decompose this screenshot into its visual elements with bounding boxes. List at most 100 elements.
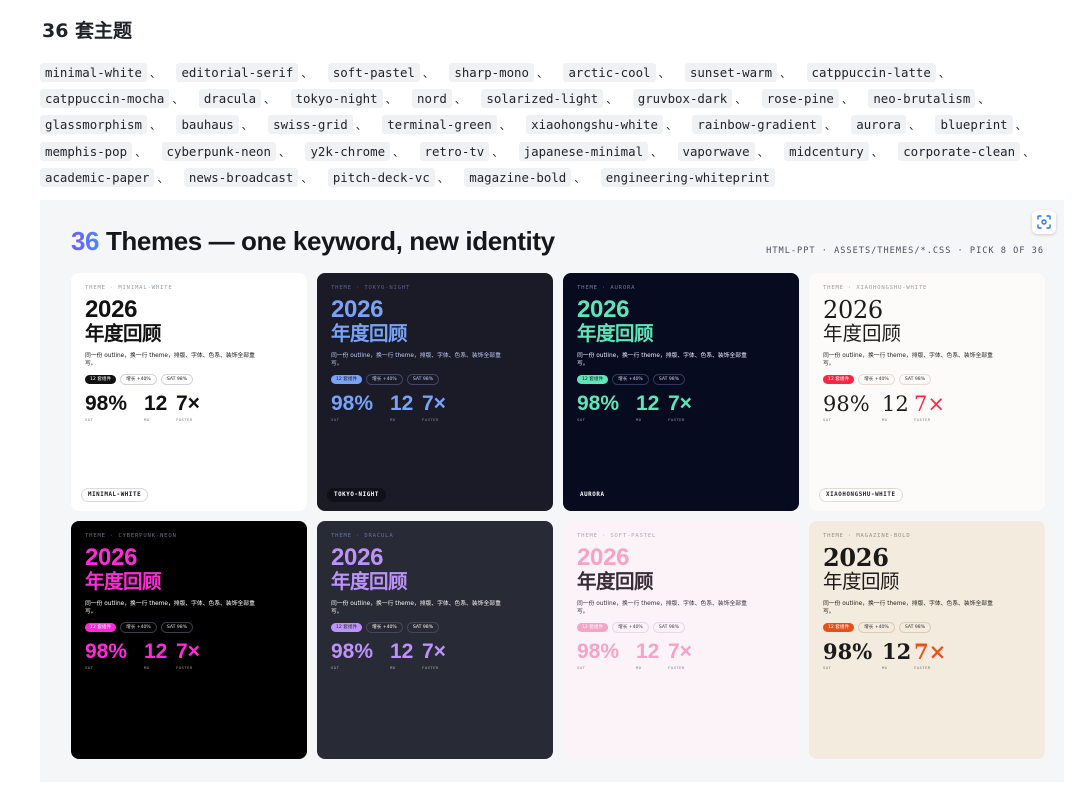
- slide-title-number: 36: [71, 226, 100, 256]
- theme-tag: academic-paper: [40, 167, 155, 187]
- pill-growth: 增长 +40%: [858, 374, 895, 386]
- tag-separator: 、: [301, 171, 313, 185]
- pill-growth: 增长 +40%: [366, 622, 403, 634]
- tag-separator: 、: [938, 67, 950, 80]
- card-stats: 98% SAT 12 MO 7× FASTER: [823, 639, 1031, 671]
- theme-tag: news-broadcast: [183, 167, 299, 187]
- stat-value: 7×: [176, 640, 200, 664]
- section-heading: 36 套主题: [42, 20, 133, 42]
- card-pills: 12 套组件 增长 +40% SAT 98%: [331, 622, 539, 634]
- scan-icon: [1037, 215, 1051, 229]
- tag-separator: 、: [735, 93, 747, 107]
- theme-tag: japanese-minimal: [518, 141, 649, 161]
- card-cn-title: 年度回顾: [577, 322, 654, 345]
- stat-value: 98%: [823, 392, 870, 417]
- tag-separator: 、: [393, 145, 405, 159]
- card-description: 同一份 outline，换一行 theme，排版、字体、色系、装饰全部重写。: [823, 601, 993, 616]
- pill-components: 12 套组件: [577, 375, 609, 385]
- slide-title-text: Themes — one keyword, new identity: [99, 226, 555, 256]
- card-year: 2026: [331, 296, 384, 323]
- theme-card: THEME · XIAOHONGSHU-WHITE 2026 年度回顾 同一份 …: [809, 273, 1045, 511]
- pill-growth: 增长 +40%: [612, 622, 649, 634]
- stat-label: FASTER: [176, 665, 193, 671]
- tag-separator: 、: [871, 145, 883, 159]
- theme-tag: solarized-light: [481, 89, 604, 109]
- stat-label: FASTER: [668, 665, 685, 671]
- stat-value: 7×: [422, 640, 446, 664]
- theme-tag: bauhaus: [176, 115, 239, 135]
- pill-components: 12 套组件: [331, 375, 363, 385]
- tag-separator: 、: [385, 93, 397, 107]
- card-year: 2026: [823, 296, 883, 324]
- tag-separator: 、: [1015, 119, 1027, 133]
- pill-growth: 增长 +40%: [612, 374, 649, 386]
- stat-label: MO: [144, 417, 150, 423]
- pill-growth: 增长 +40%: [858, 622, 895, 634]
- card-pills: 12 套组件 增长 +40% SAT 98%: [823, 374, 1031, 386]
- pill-components: 12 套组件: [85, 623, 117, 633]
- card-pills: 12 套组件 增长 +40% SAT 98%: [85, 622, 293, 634]
- theme-tag: catppuccin-mocha: [40, 89, 170, 109]
- tag-separator: 、: [241, 119, 253, 133]
- card-stats: 98% SAT 12 MO 7× FASTER: [823, 393, 1031, 422]
- tag-separator: 、: [824, 119, 836, 133]
- stat-label: MO: [390, 417, 396, 423]
- theme-tag: arctic-cool: [563, 63, 656, 82]
- theme-tag: glassmorphism: [40, 115, 147, 135]
- stat-label: MO: [882, 417, 888, 423]
- tag-separator: 、: [665, 119, 677, 133]
- card-cn-title: 年度回顾: [331, 322, 408, 345]
- pill-sat: SAT 98%: [160, 622, 194, 634]
- card-pills: 12 套组件 增长 +40% SAT 98%: [85, 374, 293, 386]
- theme-tag: vaporwave: [677, 141, 755, 161]
- stat-value: 7×: [914, 392, 945, 417]
- stat-value: 12: [390, 392, 414, 416]
- tag-separator: 、: [757, 145, 769, 159]
- tag-separator: 、: [301, 67, 313, 80]
- image-scan-button[interactable]: [1032, 210, 1056, 234]
- card-stats: 98% SAT 12 MO 7× FASTER: [85, 640, 293, 671]
- pill-sat: SAT 98%: [898, 374, 932, 386]
- stat-label: FASTER: [668, 417, 685, 423]
- card-eyebrow: THEME · DRACULA: [331, 533, 394, 539]
- theme-badge: AURORA: [573, 488, 612, 502]
- card-description: 同一份 outline，换一行 theme，排版、字体、色系、装饰全部重写。: [331, 353, 501, 368]
- pill-components: 12 套组件: [823, 375, 855, 385]
- stat-value: 12: [882, 639, 912, 665]
- theme-card: THEME · SOFT-PASTEL 2026 年度回顾 同一份 outlin…: [563, 521, 799, 759]
- card-pills: 12 套组件 增长 +40% SAT 98%: [331, 374, 539, 386]
- card-stats: 98% SAT 12 MO 7× FASTER: [577, 640, 785, 671]
- pill-components: 12 套组件: [577, 623, 609, 633]
- tag-separator: 、: [780, 67, 792, 80]
- pill-sat: SAT 98%: [160, 374, 194, 386]
- stat-value: 7×: [422, 392, 446, 416]
- theme-tag: engineering-whiteprint: [600, 167, 775, 187]
- stat-label: FASTER: [914, 417, 931, 423]
- card-eyebrow: THEME · CYBERPUNK-NEON: [85, 533, 177, 539]
- theme-tag: soft-pastel: [327, 63, 420, 82]
- tag-separator: 、: [149, 119, 161, 133]
- card-stats: 98% SAT 12 MO 7× FASTER: [85, 393, 293, 423]
- card-cn-title: 年度回顾: [85, 322, 162, 345]
- card-year: 2026: [85, 296, 138, 323]
- stat-value: 98%: [823, 639, 873, 665]
- stat-label: FASTER: [176, 417, 193, 423]
- stat-value: 12: [636, 392, 660, 416]
- stat-value: 98%: [577, 392, 620, 416]
- stat-label: SAT: [823, 665, 832, 671]
- pill-components: 12 套组件: [331, 623, 363, 633]
- card-year: 2026: [823, 543, 889, 572]
- stat-label: FASTER: [422, 665, 439, 671]
- theme-tag: xiaohongshu-white: [526, 115, 663, 135]
- theme-tag: catppuccin-latte: [806, 63, 936, 82]
- stat-value: 98%: [577, 640, 620, 664]
- tag-separator: 、: [157, 171, 169, 185]
- theme-tag: gruvbox-dark: [632, 89, 733, 109]
- theme-tag: blueprint: [935, 115, 1013, 135]
- slide-meta: HTML-PPT · ASSETS/THEMES/*.CSS · PICK 8 …: [766, 246, 1044, 256]
- stat-label: MO: [636, 417, 642, 423]
- stat-label: MO: [882, 665, 888, 671]
- card-description: 同一份 outline，换一行 theme，排版、字体、色系、装饰全部重写。: [577, 353, 747, 368]
- theme-tag: retro-tv: [419, 141, 490, 161]
- card-pills: 12 套组件 增长 +40% SAT 98%: [577, 374, 785, 386]
